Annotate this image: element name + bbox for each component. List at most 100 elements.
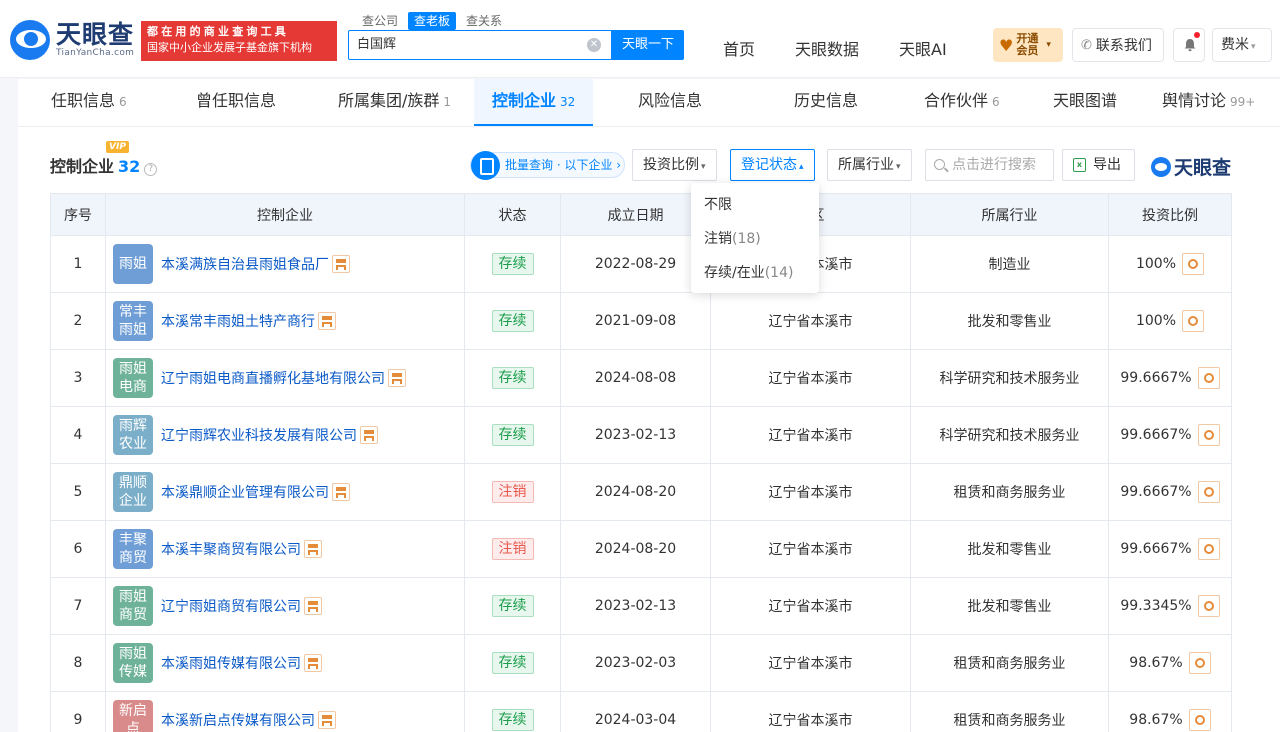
equity-tree-icon[interactable] bbox=[332, 255, 350, 273]
date-cell: 2024-08-08 bbox=[560, 349, 711, 407]
equity-tree-icon[interactable] bbox=[332, 483, 350, 501]
region-cell: 辽宁省本溪市 bbox=[710, 406, 911, 464]
bell-icon bbox=[1184, 39, 1196, 52]
tab-positions[interactable]: 任职信息 6 bbox=[51, 79, 127, 126]
notification-button[interactable] bbox=[1173, 28, 1205, 62]
dropdown-option-all[interactable]: 不限 bbox=[691, 189, 819, 223]
nav-ai[interactable]: 天眼AI bbox=[899, 36, 947, 60]
equity-penetration-icon[interactable] bbox=[1182, 310, 1205, 332]
company-name-link[interactable]: 本溪雨姐传媒有限公司 bbox=[161, 653, 301, 673]
tab-search-relation[interactable]: 查关系 bbox=[460, 12, 508, 30]
tab-search-boss[interactable]: 查老板 bbox=[408, 12, 457, 30]
ratio-cell: 100% bbox=[1108, 235, 1232, 293]
search-query: 白国辉 bbox=[357, 37, 397, 52]
company-name-link[interactable]: 辽宁雨姐电商直播孵化基地有限公司 bbox=[161, 368, 385, 388]
tab-group[interactable]: 所属集团/族群 1 bbox=[338, 79, 451, 126]
dropdown-option-active[interactable]: 存续/在业(14) bbox=[691, 257, 819, 291]
equity-penetration-icon[interactable] bbox=[1188, 652, 1211, 674]
nav-home[interactable]: 首页 bbox=[723, 36, 755, 60]
company-avatar[interactable]: 雨姐商贸 bbox=[113, 586, 153, 626]
equity-penetration-icon[interactable] bbox=[1197, 538, 1220, 560]
tab-partners[interactable]: 合作伙伴 6 bbox=[924, 79, 1000, 126]
equity-tree-icon[interactable] bbox=[304, 654, 322, 672]
equity-tree-icon[interactable] bbox=[318, 312, 336, 330]
contact-button[interactable]: ✆ 联系我们 bbox=[1072, 28, 1164, 62]
company-avatar[interactable]: 雨姐 bbox=[113, 244, 153, 284]
dropdown-option-cancelled[interactable]: 注销(18) bbox=[691, 223, 819, 257]
col-date[interactable]: 成立日期 bbox=[560, 193, 711, 236]
status-badge: 存续 bbox=[491, 709, 534, 731]
equity-penetration-icon[interactable] bbox=[1182, 253, 1205, 275]
company-name-link[interactable]: 本溪鼎顺企业管理有限公司 bbox=[161, 482, 329, 502]
status-cell: 存续 bbox=[464, 691, 561, 732]
ratio-value: 99.6667% bbox=[1120, 370, 1192, 386]
company-name-link[interactable]: 本溪常丰雨姐土特产商行 bbox=[161, 311, 315, 331]
company-avatar[interactable]: 常丰雨姐 bbox=[113, 301, 153, 341]
vip-heart-icon: ♥ bbox=[999, 35, 1014, 55]
company-name-link[interactable]: 本溪丰聚商贸有限公司 bbox=[161, 539, 301, 559]
company-name-link[interactable]: 辽宁雨姐商贸有限公司 bbox=[161, 596, 301, 616]
batch-query-button[interactable]: 批量查询 · 以下企业 › bbox=[470, 151, 625, 180]
tab-graph[interactable]: 天眼图谱 bbox=[1053, 79, 1117, 126]
user-menu[interactable]: 费米 ▾ bbox=[1212, 28, 1272, 62]
equity-tree-icon[interactable] bbox=[304, 540, 322, 558]
company-avatar[interactable]: 雨姐电商 bbox=[113, 358, 153, 398]
col-index: 序号 bbox=[50, 193, 106, 236]
logo[interactable]: 天眼查 TianYanCha.com bbox=[10, 20, 134, 60]
section-count: 32 bbox=[118, 157, 141, 176]
help-icon[interactable]: ? bbox=[144, 163, 158, 176]
search-button[interactable]: 天眼一下 bbox=[612, 30, 684, 60]
equity-penetration-icon[interactable] bbox=[1197, 424, 1220, 446]
industry-cell: 批发和零售业 bbox=[910, 577, 1109, 635]
chevron-down-icon: ▾ bbox=[1046, 40, 1051, 50]
company-name-link[interactable]: 本溪新启点传媒有限公司 bbox=[161, 710, 315, 730]
company-cell: 新启点 本溪新启点传媒有限公司 bbox=[105, 691, 465, 732]
filter-registration-status[interactable]: 登记状态 ▴ bbox=[730, 149, 815, 181]
company-avatar[interactable]: 雨姐传媒 bbox=[113, 643, 153, 683]
filter-industry[interactable]: 所属行业 ▾ bbox=[827, 149, 912, 181]
companies-table: 序号 控制企业 状态 成立日期 地区 所属行业 投资比例 1雨姐本溪满族自治县雨… bbox=[50, 193, 1232, 732]
equity-penetration-icon[interactable] bbox=[1197, 367, 1220, 389]
tab-search-company[interactable]: 查公司 bbox=[356, 12, 404, 30]
company-name-link[interactable]: 本溪满族自治县雨姐食品厂 bbox=[161, 254, 329, 274]
clear-icon[interactable]: ✕ bbox=[587, 38, 601, 52]
region-cell: 辽宁省本溪市 bbox=[710, 634, 911, 692]
industry-cell: 租赁和商务服务业 bbox=[910, 691, 1109, 732]
tab-history[interactable]: 历史信息 bbox=[794, 79, 858, 126]
equity-tree-icon[interactable] bbox=[360, 426, 378, 444]
tab-risk[interactable]: 风险信息 bbox=[638, 79, 702, 126]
equity-tree-icon[interactable] bbox=[318, 711, 336, 729]
equity-tree-icon[interactable] bbox=[388, 369, 406, 387]
date-cell: 2024-08-20 bbox=[560, 463, 711, 521]
company-cell: 雨姐电商 辽宁雨姐电商直播孵化基地有限公司 bbox=[105, 349, 465, 407]
nav-data[interactable]: 天眼数据 bbox=[795, 36, 859, 60]
search-input[interactable]: 白国辉 ✕ bbox=[348, 30, 612, 60]
col-ratio: 投资比例 bbox=[1108, 193, 1232, 236]
user-name: 费米 bbox=[1221, 37, 1249, 53]
company-avatar[interactable]: 鼎顺企业 bbox=[113, 472, 153, 512]
equity-penetration-icon[interactable] bbox=[1197, 481, 1220, 503]
export-button[interactable]: x 导出 bbox=[1062, 149, 1135, 181]
equity-penetration-icon[interactable] bbox=[1188, 709, 1211, 731]
region-cell: 辽宁省本溪市 bbox=[710, 463, 911, 521]
table-search-input[interactable]: 点击进行搜索 bbox=[925, 149, 1054, 181]
status-badge: 存续 bbox=[491, 595, 534, 617]
vip-button[interactable]: ♥ 开通会员 ▾ bbox=[993, 28, 1063, 62]
ratio-cell: 99.6667% bbox=[1108, 520, 1232, 578]
table-row: 9 新启点 本溪新启点传媒有限公司 存续 2024-03-04 辽宁省本溪市 租赁和商务服务… bbox=[50, 691, 1232, 732]
status-cell: 存续 bbox=[464, 577, 561, 635]
filter-investment-ratio[interactable]: 投资比例 ▾ bbox=[632, 149, 717, 181]
row-index: 7 bbox=[50, 577, 106, 635]
tab-former-positions[interactable]: 曾任职信息 bbox=[196, 79, 276, 126]
company-avatar[interactable]: 雨辉农业 bbox=[113, 415, 153, 455]
equity-penetration-icon[interactable] bbox=[1197, 595, 1220, 617]
company-name-link[interactable]: 辽宁雨辉农业科技发展有限公司 bbox=[161, 425, 357, 445]
ratio-cell: 98.67% bbox=[1108, 634, 1232, 692]
tab-controlled-companies[interactable]: 控制企业 32 bbox=[474, 79, 594, 126]
table-row: 4 雨辉农业 辽宁雨辉农业科技发展有限公司 存续 2023-02-13 辽宁省本溪市 科学研… bbox=[50, 406, 1232, 464]
equity-tree-icon[interactable] bbox=[304, 597, 322, 615]
tab-sentiment[interactable]: 舆情讨论 99+ bbox=[1162, 79, 1255, 126]
company-avatar[interactable]: 丰聚商贸 bbox=[113, 529, 153, 569]
status-cell: 存续 bbox=[464, 349, 561, 407]
company-avatar[interactable]: 新启点 bbox=[113, 700, 153, 732]
